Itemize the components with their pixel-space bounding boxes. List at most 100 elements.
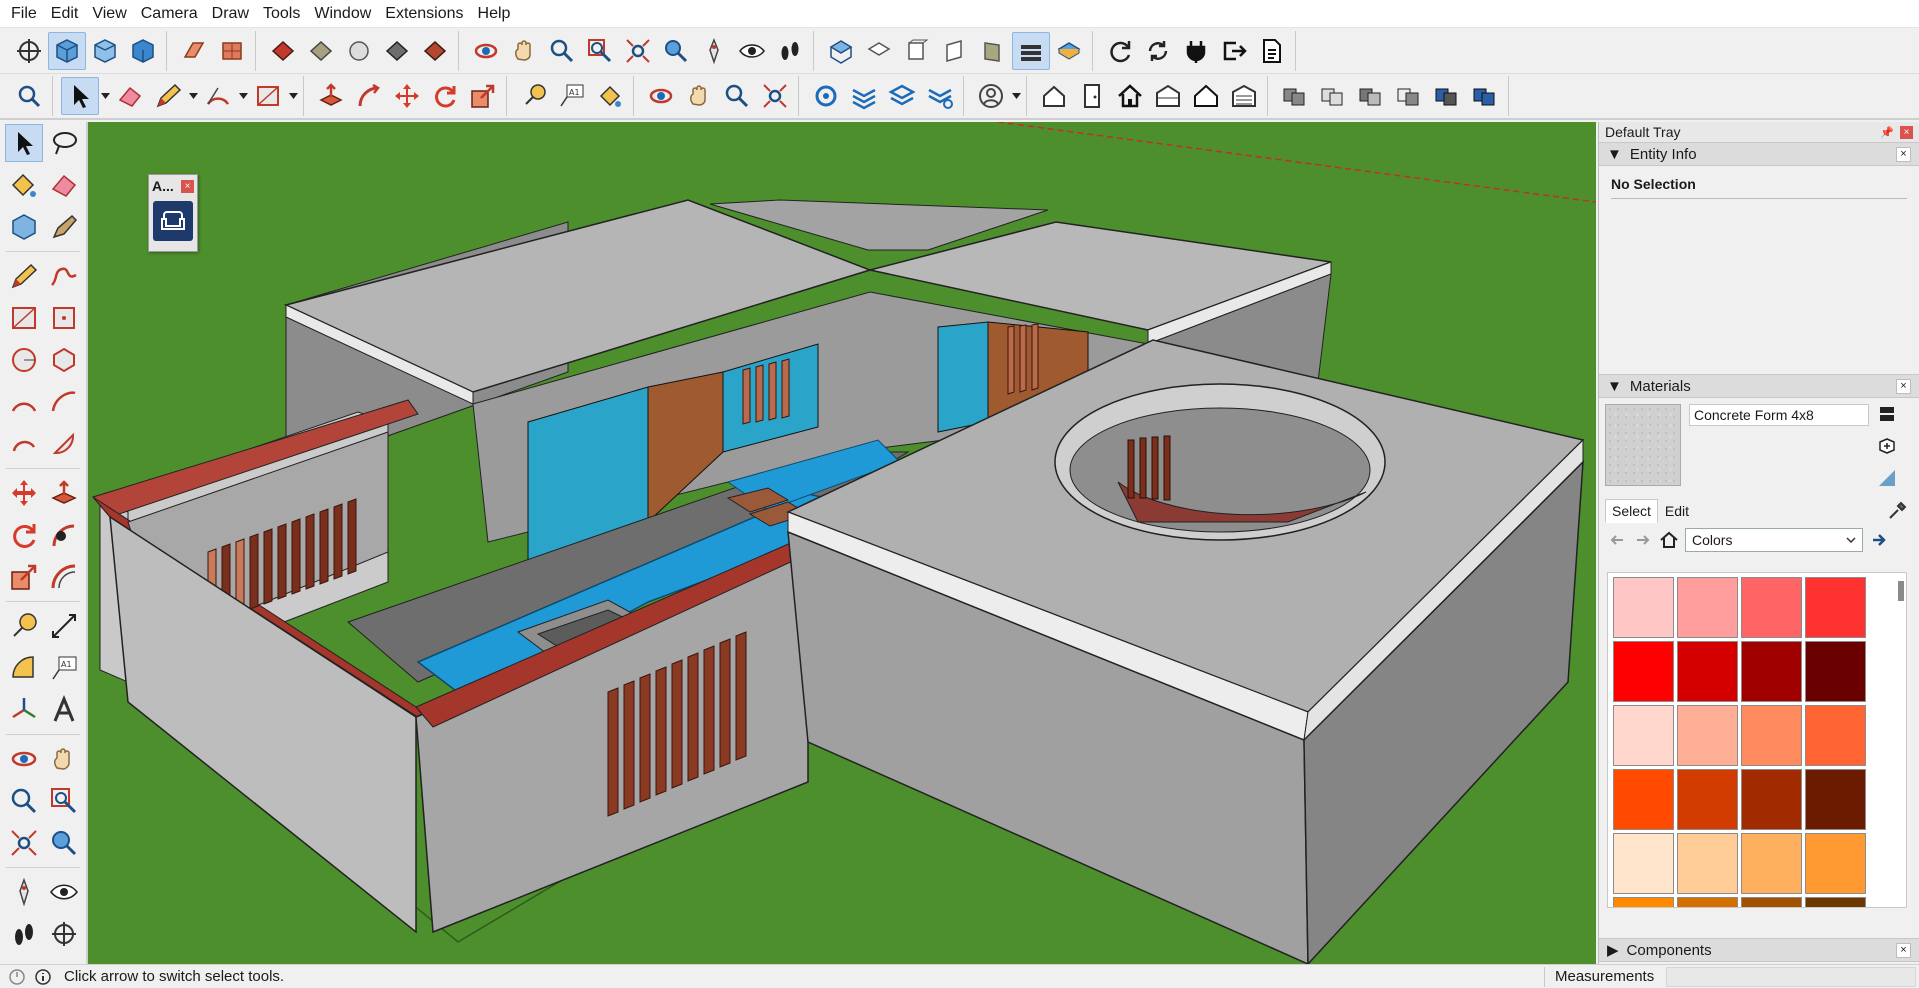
forward-arrow-icon[interactable] — [1633, 530, 1653, 550]
color-swatch[interactable] — [1677, 833, 1738, 894]
menu-draw[interactable]: Draw — [205, 0, 256, 28]
info-icon[interactable] — [34, 968, 52, 986]
left-pushpull-button[interactable] — [46, 474, 84, 512]
left-lasso-button[interactable] — [46, 124, 83, 162]
components-close-button[interactable]: × — [1896, 942, 1911, 958]
geo-location-icon[interactable] — [8, 968, 26, 986]
arc-tool-button[interactable] — [199, 77, 237, 115]
left-prevview-button[interactable] — [46, 824, 84, 862]
left-lookaround-button[interactable] — [46, 873, 84, 911]
display-secondary-icon[interactable] — [1877, 404, 1897, 424]
iso-view-button[interactable] — [48, 31, 86, 70]
color-swatch[interactable] — [1677, 577, 1738, 638]
view-bottom-button[interactable] — [1050, 32, 1088, 70]
sandbox-2-button[interactable] — [845, 77, 883, 115]
color-swatch[interactable] — [1805, 577, 1866, 638]
menu-edit[interactable]: Edit — [44, 0, 86, 28]
model-viewport[interactable]: A... × — [88, 122, 1596, 964]
text-tool-button[interactable]: A1 — [553, 77, 591, 115]
left-eraser-button[interactable] — [46, 166, 84, 204]
material-name-field[interactable]: Concrete Form 4x8 — [1689, 404, 1869, 426]
back-edges-button[interactable] — [302, 32, 340, 70]
details-arrow-icon[interactable] — [1869, 530, 1889, 550]
arc-dropdown[interactable] — [237, 77, 249, 115]
pin-icon[interactable]: 📌 — [1880, 126, 1894, 139]
paint-bucket-button[interactable] — [591, 77, 629, 115]
menu-tools[interactable]: Tools — [256, 0, 307, 28]
left-move-button[interactable] — [5, 474, 43, 512]
collection-select[interactable]: Colors — [1685, 528, 1863, 552]
look-around-button[interactable] — [733, 32, 771, 70]
house-3-button[interactable] — [1149, 77, 1187, 115]
xray-button[interactable] — [264, 32, 302, 70]
solid-5-button[interactable] — [1428, 77, 1466, 115]
left-circle-button[interactable] — [5, 341, 43, 379]
account-dropdown[interactable] — [1010, 77, 1022, 115]
shaded-button[interactable] — [416, 32, 454, 70]
solid-2-button[interactable] — [1314, 77, 1352, 115]
material-preview-swatch[interactable] — [1605, 404, 1681, 486]
left-protractor-button[interactable] — [5, 649, 43, 687]
section-plane-button[interactable] — [175, 32, 213, 70]
rotate-button[interactable] — [426, 77, 464, 115]
sample-paint-icon[interactable] — [1877, 468, 1897, 488]
back-arrow-icon[interactable] — [1607, 530, 1627, 550]
top-view-button[interactable] — [86, 32, 124, 70]
color-swatch[interactable] — [1613, 577, 1674, 638]
report-button[interactable] — [1253, 32, 1291, 70]
menu-window[interactable]: Window — [307, 0, 378, 28]
color-swatch[interactable] — [1613, 705, 1674, 766]
left-rotated-rect-button[interactable] — [46, 299, 84, 337]
materials-close-button[interactable]: × — [1896, 378, 1911, 394]
menu-extensions[interactable]: Extensions — [378, 0, 470, 28]
sandbox-4-button[interactable] — [921, 77, 959, 115]
left-zoomextents-button[interactable] — [5, 824, 43, 862]
view-right-button[interactable] — [936, 32, 974, 70]
left-select-button[interactable] — [5, 124, 43, 162]
view-iso-button[interactable] — [822, 32, 860, 70]
left-text-button[interactable]: A1 — [46, 649, 84, 687]
menu-file[interactable]: File — [4, 0, 44, 28]
zoom-button[interactable] — [543, 32, 581, 70]
move-button[interactable] — [388, 77, 426, 115]
orbit-center-button[interactable] — [10, 32, 48, 70]
left-arc3-button[interactable] — [5, 425, 43, 463]
color-swatch[interactable] — [1677, 769, 1738, 830]
left-pan-button[interactable] — [46, 740, 84, 778]
left-rotate-button[interactable] — [5, 516, 43, 554]
left-scale-button[interactable] — [5, 558, 43, 596]
color-swatch[interactable] — [1805, 641, 1866, 702]
pan-button[interactable] — [505, 32, 543, 70]
select-dropdown[interactable] — [99, 77, 111, 115]
color-swatch[interactable] — [1613, 769, 1674, 830]
tape-measure-button[interactable] — [515, 77, 553, 115]
create-material-icon[interactable] — [1877, 436, 1897, 456]
left-orbit-button[interactable] — [5, 740, 43, 778]
color-swatch[interactable] — [1677, 897, 1738, 907]
left-tape-button[interactable] — [5, 607, 43, 645]
sandbox-1-button[interactable] — [807, 77, 845, 115]
plugin-button[interactable] — [1177, 32, 1215, 70]
front-view-button[interactable] — [124, 32, 162, 70]
color-swatch[interactable] — [1805, 769, 1866, 830]
scale-button[interactable] — [464, 77, 502, 115]
view-left-button[interactable] — [1012, 31, 1050, 70]
left-arc-button[interactable] — [5, 383, 43, 421]
sandbox-3-button[interactable] — [883, 77, 921, 115]
materials-header[interactable]: ▼ Materials × — [1599, 374, 1919, 398]
color-swatch[interactable] — [1677, 705, 1738, 766]
house-2-button[interactable] — [1111, 77, 1149, 115]
left-camera-button[interactable] — [5, 873, 43, 911]
left-paint-button[interactable] — [5, 166, 43, 204]
solid-6-button[interactable] — [1466, 77, 1504, 115]
position-camera-button[interactable] — [695, 32, 733, 70]
zoom-tool-button[interactable] — [718, 77, 756, 115]
color-swatch[interactable] — [1741, 897, 1802, 907]
orbit-button[interactable] — [467, 32, 505, 70]
push-pull-button[interactable] — [312, 77, 350, 115]
swatch-scrollbar[interactable] — [1898, 581, 1904, 601]
left-axes-button[interactable] — [5, 691, 43, 729]
tab-edit[interactable]: Edit — [1658, 499, 1696, 523]
solid-1-button[interactable] — [1276, 77, 1314, 115]
floating-toolbar-close-button[interactable]: × — [181, 179, 194, 193]
